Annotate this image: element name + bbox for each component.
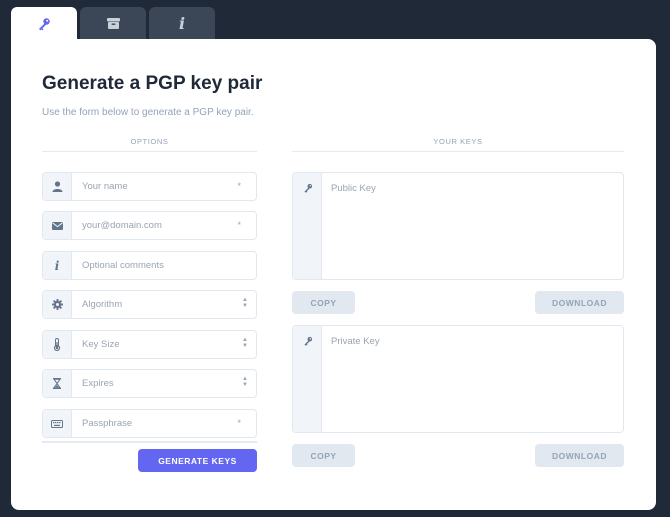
name-placeholder: Your name xyxy=(82,181,128,192)
tab-bar: i xyxy=(11,7,215,40)
private-key-textarea[interactable]: Private Key xyxy=(292,325,624,433)
comments-placeholder: Optional comments xyxy=(82,260,164,271)
comments-field[interactable]: i Optional comments xyxy=(42,251,257,280)
hourglass-icon xyxy=(53,378,61,389)
email-placeholder: your@domain.com xyxy=(82,220,162,231)
key-size-select[interactable]: Key Size ▲ ▼ xyxy=(42,330,257,359)
user-icon xyxy=(52,181,62,192)
required-marker: * xyxy=(237,220,241,230)
select-arrows-icon: ▲ ▼ xyxy=(242,297,248,309)
download-private-key-button[interactable]: DOWNLOAD xyxy=(535,444,624,467)
envelope-icon xyxy=(51,221,63,230)
key-icon xyxy=(304,183,313,193)
generate-keys-button[interactable]: GENERATE KEYS xyxy=(138,449,257,472)
tab-archive[interactable] xyxy=(80,7,146,40)
key-size-placeholder: Key Size xyxy=(82,339,120,350)
page-title: Generate a PGP key pair xyxy=(42,73,263,94)
public-key-textarea[interactable]: Public Key xyxy=(292,172,624,280)
email-field[interactable]: your@domain.com * xyxy=(42,211,257,240)
expires-select[interactable]: Expires ▲ ▼ xyxy=(42,369,257,398)
key-icon xyxy=(39,17,50,30)
required-marker: * xyxy=(237,181,241,191)
algorithm-placeholder: Algorithm xyxy=(82,299,123,310)
keyboard-icon xyxy=(51,419,63,428)
info-icon: i xyxy=(54,258,60,273)
archive-icon xyxy=(106,18,120,29)
tab-info[interactable]: i xyxy=(149,7,215,40)
options-heading: OPTIONS xyxy=(42,137,257,152)
form-divider xyxy=(42,441,257,443)
info-icon: i xyxy=(178,14,186,33)
download-public-key-button[interactable]: DOWNLOAD xyxy=(535,291,624,314)
key-icon xyxy=(304,336,313,346)
required-marker: * xyxy=(237,418,241,428)
gear-icon xyxy=(51,299,63,310)
copy-private-key-button[interactable]: COPY xyxy=(292,444,355,467)
passphrase-placeholder: Passphrase xyxy=(82,418,133,429)
expires-placeholder: Expires xyxy=(82,378,114,389)
private-key-placeholder: Private Key xyxy=(331,336,380,347)
page-subtitle: Use the form below to generate a PGP key… xyxy=(42,107,254,118)
algorithm-select[interactable]: Algorithm ▲ ▼ xyxy=(42,290,257,319)
thermometer-icon xyxy=(53,338,61,351)
select-arrows-icon: ▲ ▼ xyxy=(242,376,248,388)
your-keys-heading: YOUR KEYS xyxy=(292,137,624,152)
select-arrows-icon: ▲ ▼ xyxy=(242,337,248,349)
name-field[interactable]: Your name * xyxy=(42,172,257,201)
main-panel: Generate a PGP key pair Use the form bel… xyxy=(11,39,656,510)
tab-generate[interactable] xyxy=(11,7,77,40)
public-key-placeholder: Public Key xyxy=(331,183,376,194)
passphrase-field[interactable]: Passphrase * xyxy=(42,409,257,438)
copy-public-key-button[interactable]: COPY xyxy=(292,291,355,314)
